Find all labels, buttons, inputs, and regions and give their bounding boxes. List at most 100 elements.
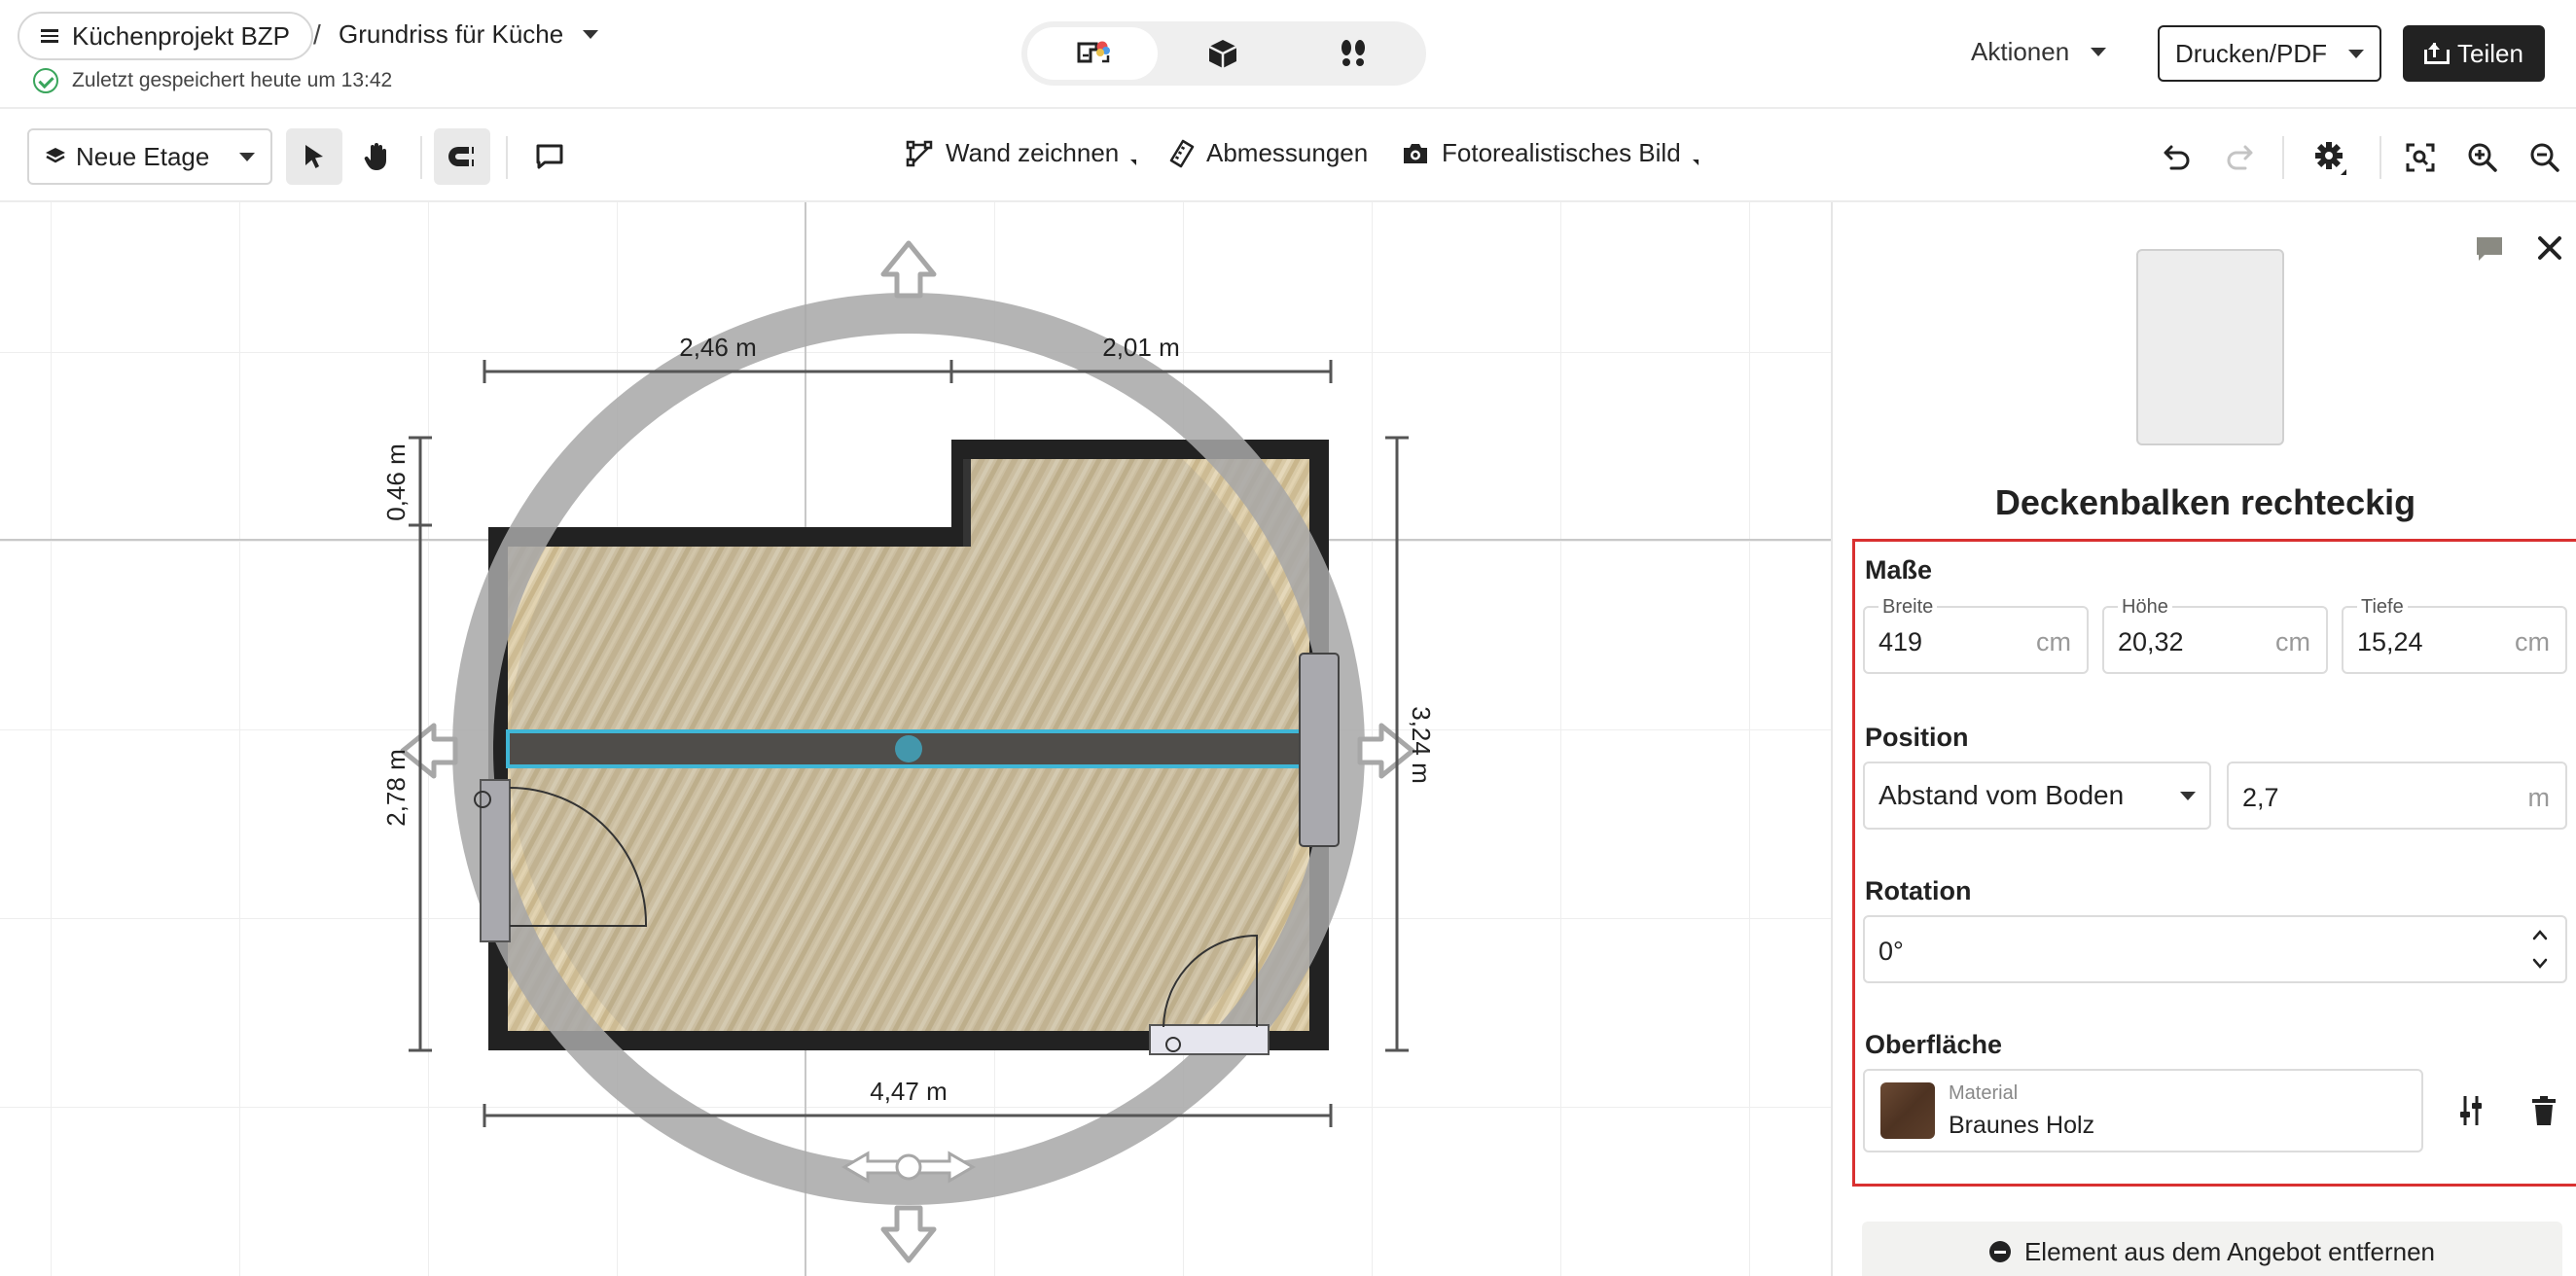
position-value-field[interactable]: 2,7 m xyxy=(2227,762,2567,830)
section-position: Position xyxy=(1865,723,1969,752)
section-surface: Oberfläche xyxy=(1865,1030,2003,1059)
dimension-label-top-left: 2,46 m xyxy=(679,333,757,362)
height-unit: cm xyxy=(2275,627,2310,656)
2d-plan-icon xyxy=(1077,41,1110,63)
height-label: Höhe xyxy=(2118,596,2172,619)
photo-render-button[interactable]: Fotorealistisches Bild xyxy=(1401,138,1699,168)
depth-unit: cm xyxy=(2515,627,2550,656)
position-value[interactable]: 2,7 xyxy=(2242,783,2279,813)
depth-value[interactable]: 15,24 xyxy=(2357,627,2423,657)
zoom-out-icon xyxy=(2530,143,2559,172)
stepper-arrows-icon[interactable] xyxy=(2530,925,2550,974)
material-field[interactable]: Material Braunes Holz xyxy=(1863,1069,2423,1152)
dimension-label-bottom: 4,47 m xyxy=(870,1077,948,1106)
close-icon[interactable] xyxy=(2535,233,2564,263)
view-3d-button[interactable] xyxy=(1158,27,1288,80)
height-value[interactable]: 20,32 xyxy=(2118,627,2184,657)
ruler-icon xyxy=(1169,139,1195,167)
width-label: Breite xyxy=(1878,596,1938,619)
zoom-out-button[interactable] xyxy=(2525,138,2564,177)
plan-selector[interactable]: Grundriss für Küche xyxy=(339,19,599,50)
toolbar-divider xyxy=(420,136,422,179)
floorplan-drawing[interactable]: 2,46 m 2,01 m 4,47 m 0,46 m 2,78 m 3,24 … xyxy=(0,202,1831,1276)
cursor-arrow-icon xyxy=(305,145,323,168)
editor-toolbar: Neue Etage Wand zeichnen Abmessungen Fot… xyxy=(0,111,2576,202)
material-swatch xyxy=(1880,1082,1935,1139)
share-button[interactable]: Teilen xyxy=(2403,25,2545,82)
comment-icon[interactable] xyxy=(2475,233,2504,263)
actions-label: Aktionen xyxy=(1971,37,2070,66)
comment-icon xyxy=(536,144,563,169)
item-preview-image xyxy=(2136,249,2284,445)
pan-tool-button[interactable] xyxy=(348,128,405,185)
toolbar-divider xyxy=(2379,136,2381,179)
share-icon xyxy=(2424,43,2451,64)
properties-highlight-box: Maße Breite 419 cm Höhe 20,32 cm Tiefe 1… xyxy=(1852,539,2576,1187)
toolbar-divider xyxy=(506,136,508,179)
rotation-field[interactable]: 0° xyxy=(1863,915,2567,983)
footprints-icon xyxy=(1342,40,1365,66)
position-mode-value: Abstand vom Boden xyxy=(1878,780,2125,810)
remove-from-offer-button[interactable]: Element aus dem Angebot entfernen xyxy=(1862,1222,2562,1276)
focus-frame-icon xyxy=(2406,143,2435,172)
fit-view-button[interactable] xyxy=(2401,138,2440,177)
ceiling-beam-selected[interactable] xyxy=(506,729,1307,768)
check-circle-icon xyxy=(33,68,58,93)
project-menu-button[interactable]: Küchenprojekt BZP xyxy=(18,12,314,60)
draw-wall-button[interactable]: Wand zeichnen xyxy=(905,138,1137,168)
hand-icon xyxy=(364,143,386,170)
zoom-in-button[interactable] xyxy=(2463,138,2502,177)
magnet-snap-button[interactable] xyxy=(434,128,490,185)
photo-render-label: Fotorealistisches Bild xyxy=(1442,138,1681,167)
chevron-down-icon xyxy=(2348,49,2365,58)
submenu-corner-icon xyxy=(1692,159,1699,165)
width-field[interactable]: Breite 419 cm xyxy=(1863,596,2089,674)
print-label: Drucken/PDF xyxy=(2174,38,2328,68)
adjust-sliders-icon[interactable] xyxy=(2456,1094,2486,1127)
share-label: Teilen xyxy=(2457,38,2523,68)
view-walkthrough-button[interactable] xyxy=(1288,27,1418,80)
position-mode-select[interactable]: Abstand vom Boden xyxy=(1863,762,2211,830)
floor-selector[interactable]: Neue Etage xyxy=(27,128,272,185)
view-2d-button[interactable] xyxy=(1027,27,1158,80)
submenu-corner-icon xyxy=(1130,159,1137,165)
rotation-value[interactable]: 0° xyxy=(1878,937,1904,967)
rotate-handle[interactable] xyxy=(841,1151,976,1184)
dimensions-button[interactable]: Abmessungen xyxy=(1169,138,1368,168)
floor-label: Neue Etage xyxy=(76,141,210,171)
trash-icon[interactable] xyxy=(2530,1094,2558,1127)
settings-button[interactable] xyxy=(2309,138,2356,177)
chevron-down-icon xyxy=(583,30,599,39)
width-value[interactable]: 419 xyxy=(1878,627,1922,657)
chevron-down-icon xyxy=(2180,791,2196,800)
height-field[interactable]: Höhe 20,32 cm xyxy=(2102,596,2328,674)
comment-tool-button[interactable] xyxy=(521,128,578,185)
undo-button[interactable] xyxy=(2158,138,2197,177)
properties-panel: Deckenbalken rechteckig Maße Breite 419 … xyxy=(1831,202,2576,1276)
layers-icon xyxy=(46,148,65,163)
depth-field[interactable]: Tiefe 15,24 cm xyxy=(2342,596,2567,674)
undo-icon xyxy=(2164,145,2190,170)
select-tool-button[interactable] xyxy=(286,128,342,185)
window-right[interactable] xyxy=(1299,653,1340,847)
breadcrumb-separator: / xyxy=(313,19,321,50)
material-label: Material xyxy=(1949,1082,2019,1104)
save-status-text: Zuletzt gespeichert heute um 13:42 xyxy=(72,69,393,91)
gear-icon xyxy=(2315,142,2346,175)
beam-center-handle[interactable] xyxy=(895,735,922,762)
actions-dropdown[interactable]: Aktionen xyxy=(1971,37,2107,67)
print-pdf-button[interactable]: Drucken/PDF xyxy=(2158,25,2381,82)
panel-title: Deckenbalken rechteckig xyxy=(1994,482,2416,522)
material-value: Braunes Holz xyxy=(1949,1112,2095,1139)
3d-box-icon xyxy=(1208,40,1237,68)
floorplan-canvas[interactable]: 2,46 m 2,01 m 4,47 m 0,46 m 2,78 m 3,24 … xyxy=(0,202,1831,1276)
top-bar: Küchenprojekt BZP / Grundriss für Küche … xyxy=(0,0,2576,109)
toolbar-divider xyxy=(2282,136,2284,179)
project-name: Küchenprojekt BZP xyxy=(72,20,291,51)
magnet-icon xyxy=(448,147,474,166)
hamburger-menu-icon xyxy=(41,29,58,43)
depth-label: Tiefe xyxy=(2357,596,2408,619)
dimension-label-right: 3,24 m xyxy=(1407,706,1436,784)
redo-button[interactable] xyxy=(2220,138,2259,177)
camera-icon xyxy=(1404,143,1427,163)
